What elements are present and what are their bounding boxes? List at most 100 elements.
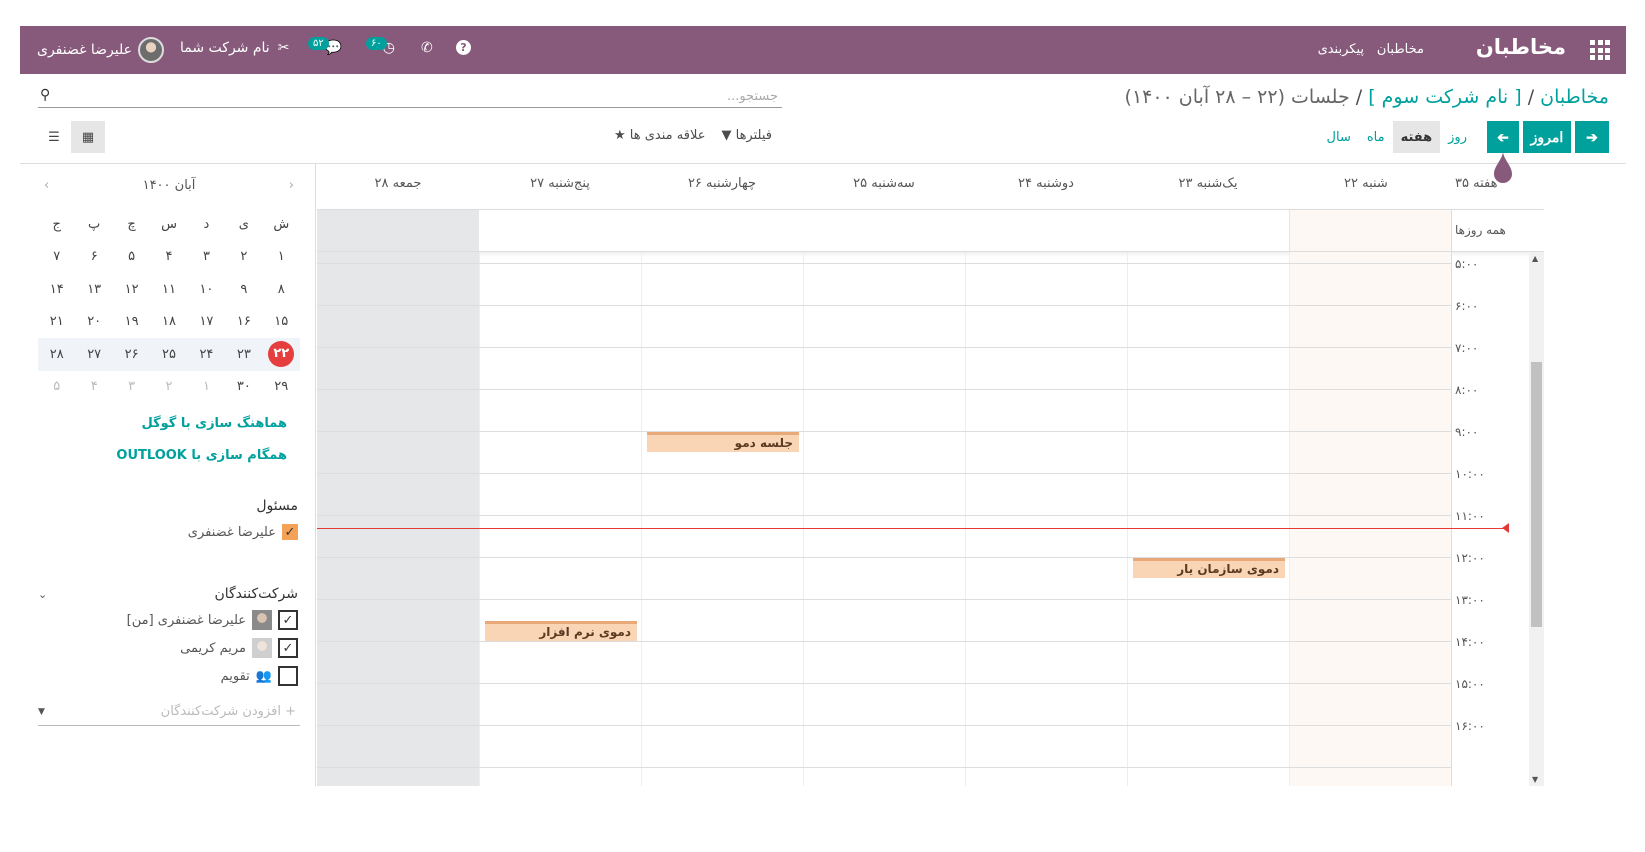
day-header[interactable]: یک‌شنبه ۲۳ — [1127, 176, 1289, 191]
minical-day[interactable]: ۲۷ — [75, 338, 113, 371]
menu-contacts[interactable]: مخاطبان — [1377, 42, 1424, 57]
minical-day[interactable]: ۴ — [150, 241, 187, 274]
attendee-filter[interactable]: ✓ علیرضا غضنفری [من] — [127, 610, 298, 630]
minical-day[interactable]: ۹ — [225, 273, 262, 306]
time-label: ۷:۰۰ — [1455, 341, 1479, 355]
scroll-up-icon[interactable]: ▲ — [1532, 254, 1538, 263]
attendee-filter[interactable]: ✓ مریم کریمی — [180, 638, 298, 658]
minical-day[interactable]: ۳ — [113, 371, 150, 404]
calendar-event[interactable]: جلسه دمو — [647, 432, 799, 452]
check-icon[interactable]: ✓ — [282, 524, 298, 540]
minical-day[interactable]: ۱۲ — [113, 273, 150, 306]
day-header[interactable]: دوشنبه ۲۴ — [965, 176, 1127, 191]
help-icon[interactable]: ? — [456, 40, 471, 55]
activity-menu[interactable]: ۶۰ ◷ — [366, 36, 395, 56]
minical-day[interactable]: ۷ — [38, 241, 75, 274]
minical-day[interactable]: ۱۶ — [225, 306, 262, 339]
minical-day[interactable]: ۱۴ — [38, 273, 75, 306]
hour-line — [317, 767, 1451, 768]
minical-day[interactable]: ۲۳ — [225, 338, 263, 371]
minical-day[interactable]: ۲۲ — [262, 338, 300, 371]
minical-day[interactable]: ۲۸ — [38, 338, 76, 371]
minical-day[interactable]: ۱ — [188, 371, 225, 404]
minical-day[interactable]: ۲۱ — [38, 306, 75, 339]
minical-day[interactable]: ۱۸ — [150, 306, 187, 339]
minical-day[interactable]: ۵ — [113, 241, 150, 274]
minical-day[interactable]: ۳ — [188, 241, 225, 274]
time-label: ۶:۰۰ — [1455, 299, 1479, 313]
calendar-event[interactable]: دموی نرم افزار — [485, 621, 637, 641]
calendar-view-icon[interactable]: ▦ — [71, 121, 105, 153]
minical-day[interactable]: ۲ — [150, 371, 187, 404]
responsible-filter[interactable]: ✓ علیرضا غضنفری — [188, 524, 298, 540]
filters-dropdown[interactable]: ▼ فیلترها — [721, 128, 772, 143]
minical-day[interactable]: ۱۰ — [188, 273, 225, 306]
outlook-sync-link[interactable]: همگام سازی با OUTLOOK — [116, 448, 287, 463]
minical-day[interactable]: ۲۴ — [187, 338, 226, 371]
scrollbar[interactable]: ▲ ▼ — [1529, 252, 1544, 786]
check-icon[interactable]: ✓ — [278, 638, 298, 658]
chevron-left-icon[interactable]: ‹ — [44, 178, 49, 193]
attendee-filter[interactable]: 👥 تقویم — [221, 666, 298, 686]
apps-menu-icon[interactable] — [1590, 40, 1610, 60]
weekday-label: ج — [52, 216, 61, 232]
minical-day[interactable]: ۲۶ — [112, 338, 151, 371]
calendar-event[interactable]: دموی سازمان یار — [1133, 558, 1285, 578]
minical-day[interactable]: ۵ — [38, 371, 75, 404]
time-label: ۱۴:۰۰ — [1455, 635, 1485, 649]
hour-line — [317, 431, 1451, 432]
day-header[interactable]: پنج‌شنبه ۲۷ — [479, 176, 641, 191]
add-attendees-select[interactable]: + افزودن شرکت‌کنندگان ▼ — [38, 704, 300, 726]
phone-icon[interactable]: ✆ — [421, 40, 433, 56]
day-header[interactable]: سه‌شنبه ۲۵ — [803, 176, 965, 191]
checkbox-empty[interactable] — [278, 666, 298, 686]
filter-icon: ▼ — [721, 128, 732, 143]
user-menu[interactable]: علیرضا غضنفری — [37, 37, 164, 63]
breadcrumb-root[interactable]: مخاطبان — [1540, 86, 1609, 108]
search-icon[interactable]: ⚲ — [40, 87, 50, 103]
breadcrumb-company[interactable]: [ نام شرکت سوم ] — [1368, 86, 1521, 108]
minical-day[interactable]: ۱۹ — [113, 306, 150, 339]
scrollbar-thumb[interactable] — [1531, 362, 1542, 627]
arrow-left-icon: ➔ — [1497, 128, 1509, 145]
scale-month[interactable]: ماه — [1359, 121, 1393, 153]
hour-line — [317, 347, 1451, 348]
company-switcher[interactable]: نام شرکت شما ✂ — [180, 40, 289, 56]
today-button[interactable]: امروز — [1523, 121, 1571, 153]
day-header[interactable]: چهارشنبه ۲۶ — [641, 176, 803, 191]
minical-day[interactable]: ۱۷ — [188, 306, 225, 339]
minical-day[interactable]: ۴ — [75, 371, 112, 404]
chevron-down-icon[interactable]: ⌄ — [38, 588, 47, 601]
check-icon[interactable]: ✓ — [278, 610, 298, 630]
menu-configuration[interactable]: پیکربندی — [1318, 42, 1364, 57]
minical-day[interactable]: ۶ — [75, 241, 112, 274]
time-label: ۵:۰۰ — [1455, 257, 1479, 271]
favorites-dropdown[interactable]: ★ علاقه مندی ها — [614, 128, 705, 143]
minical-day[interactable]: ۸ — [263, 273, 300, 306]
minical-day[interactable]: ۱ — [263, 241, 300, 274]
app-brand[interactable]: مخاطبان — [1476, 35, 1566, 59]
day-header[interactable]: جمعه ۲۸ — [317, 176, 479, 191]
scale-year[interactable]: سال — [1319, 121, 1359, 153]
chat-menu[interactable]: ۵۲ 💬 — [308, 36, 342, 56]
google-sync-link[interactable]: هماهنگ سازی با گوگل — [141, 416, 287, 431]
list-view-icon[interactable]: ☰ — [37, 121, 71, 153]
chevron-right-icon[interactable]: › — [289, 178, 294, 193]
minical-day[interactable]: ۲۹ — [263, 371, 300, 404]
scale-day[interactable]: روز — [1440, 121, 1475, 153]
minical-day[interactable]: ۲۰ — [75, 306, 112, 339]
scale-week[interactable]: هفته — [1392, 121, 1441, 153]
scroll-down-icon[interactable]: ▼ — [1532, 775, 1538, 784]
search-input[interactable] — [62, 86, 778, 107]
minical-day[interactable]: ۳۰ — [225, 371, 262, 404]
minical-day[interactable]: ۱۳ — [75, 273, 112, 306]
minical-day[interactable]: ۲ — [225, 241, 262, 274]
minical-day[interactable]: ۲۵ — [150, 338, 188, 371]
time-label: ۱۰:۰۰ — [1455, 467, 1485, 481]
next-button[interactable]: ➔ — [1575, 121, 1609, 153]
day-header[interactable]: شنبه ۲۲ — [1289, 176, 1451, 191]
minical-day[interactable]: ۱۵ — [263, 306, 300, 339]
time-grid[interactable]: ۵:۰۰ ۶:۰۰ ۷:۰۰ ۸:۰۰ ۹:۰۰ ۱۰:۰۰ ۱۱:۰۰ ۱۲:۰۰ ۱۳:۰۰… — [317, 252, 1529, 786]
previous-button[interactable]: ➔ — [1487, 121, 1519, 153]
minical-day[interactable]: ۱۱ — [150, 273, 187, 306]
